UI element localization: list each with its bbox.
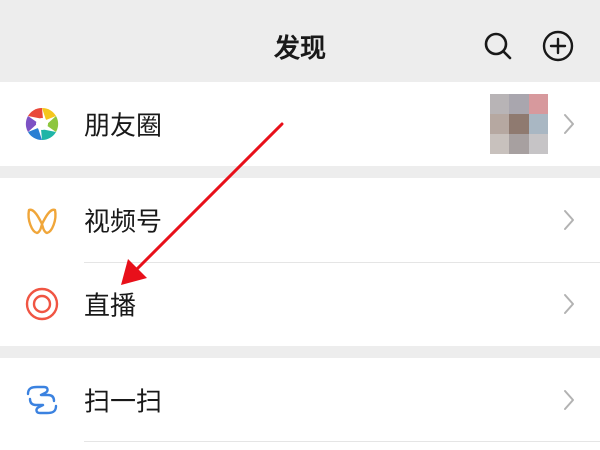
menu-item-label: 直播 (84, 291, 137, 322)
live-rings-icon (24, 286, 60, 322)
moments-latest-thumbnail (490, 94, 548, 154)
divider (84, 441, 600, 442)
top-navigation-bar: 发现 (0, 0, 600, 82)
moments-aperture-icon (24, 106, 60, 142)
menu-item-label: 扫一扫 (84, 387, 163, 418)
moments-group: 朋友圈 (0, 82, 600, 166)
chevron-right-icon (564, 114, 574, 134)
menu-item-label: 朋友圈 (84, 111, 163, 142)
scan-group: 扫一扫 (0, 358, 600, 450)
search-icon (484, 32, 512, 60)
menu-item-channels[interactable]: 视频号 (0, 178, 600, 262)
channels-live-group: 视频号 直播 (0, 178, 600, 346)
menu-item-scan[interactable]: 扫一扫 (0, 358, 600, 442)
channels-butterfly-icon (24, 202, 60, 238)
search-button[interactable] (480, 28, 516, 64)
add-button[interactable] (540, 28, 576, 64)
chevron-right-icon (564, 210, 574, 230)
menu-item-label: 视频号 (84, 207, 163, 238)
chevron-right-icon (564, 294, 574, 314)
scan-icon (24, 382, 60, 418)
plus-circle-icon (542, 30, 574, 62)
menu-item-live[interactable]: 直播 (0, 262, 600, 346)
chevron-right-icon (564, 390, 574, 410)
menu-item-moments[interactable]: 朋友圈 (0, 82, 600, 166)
